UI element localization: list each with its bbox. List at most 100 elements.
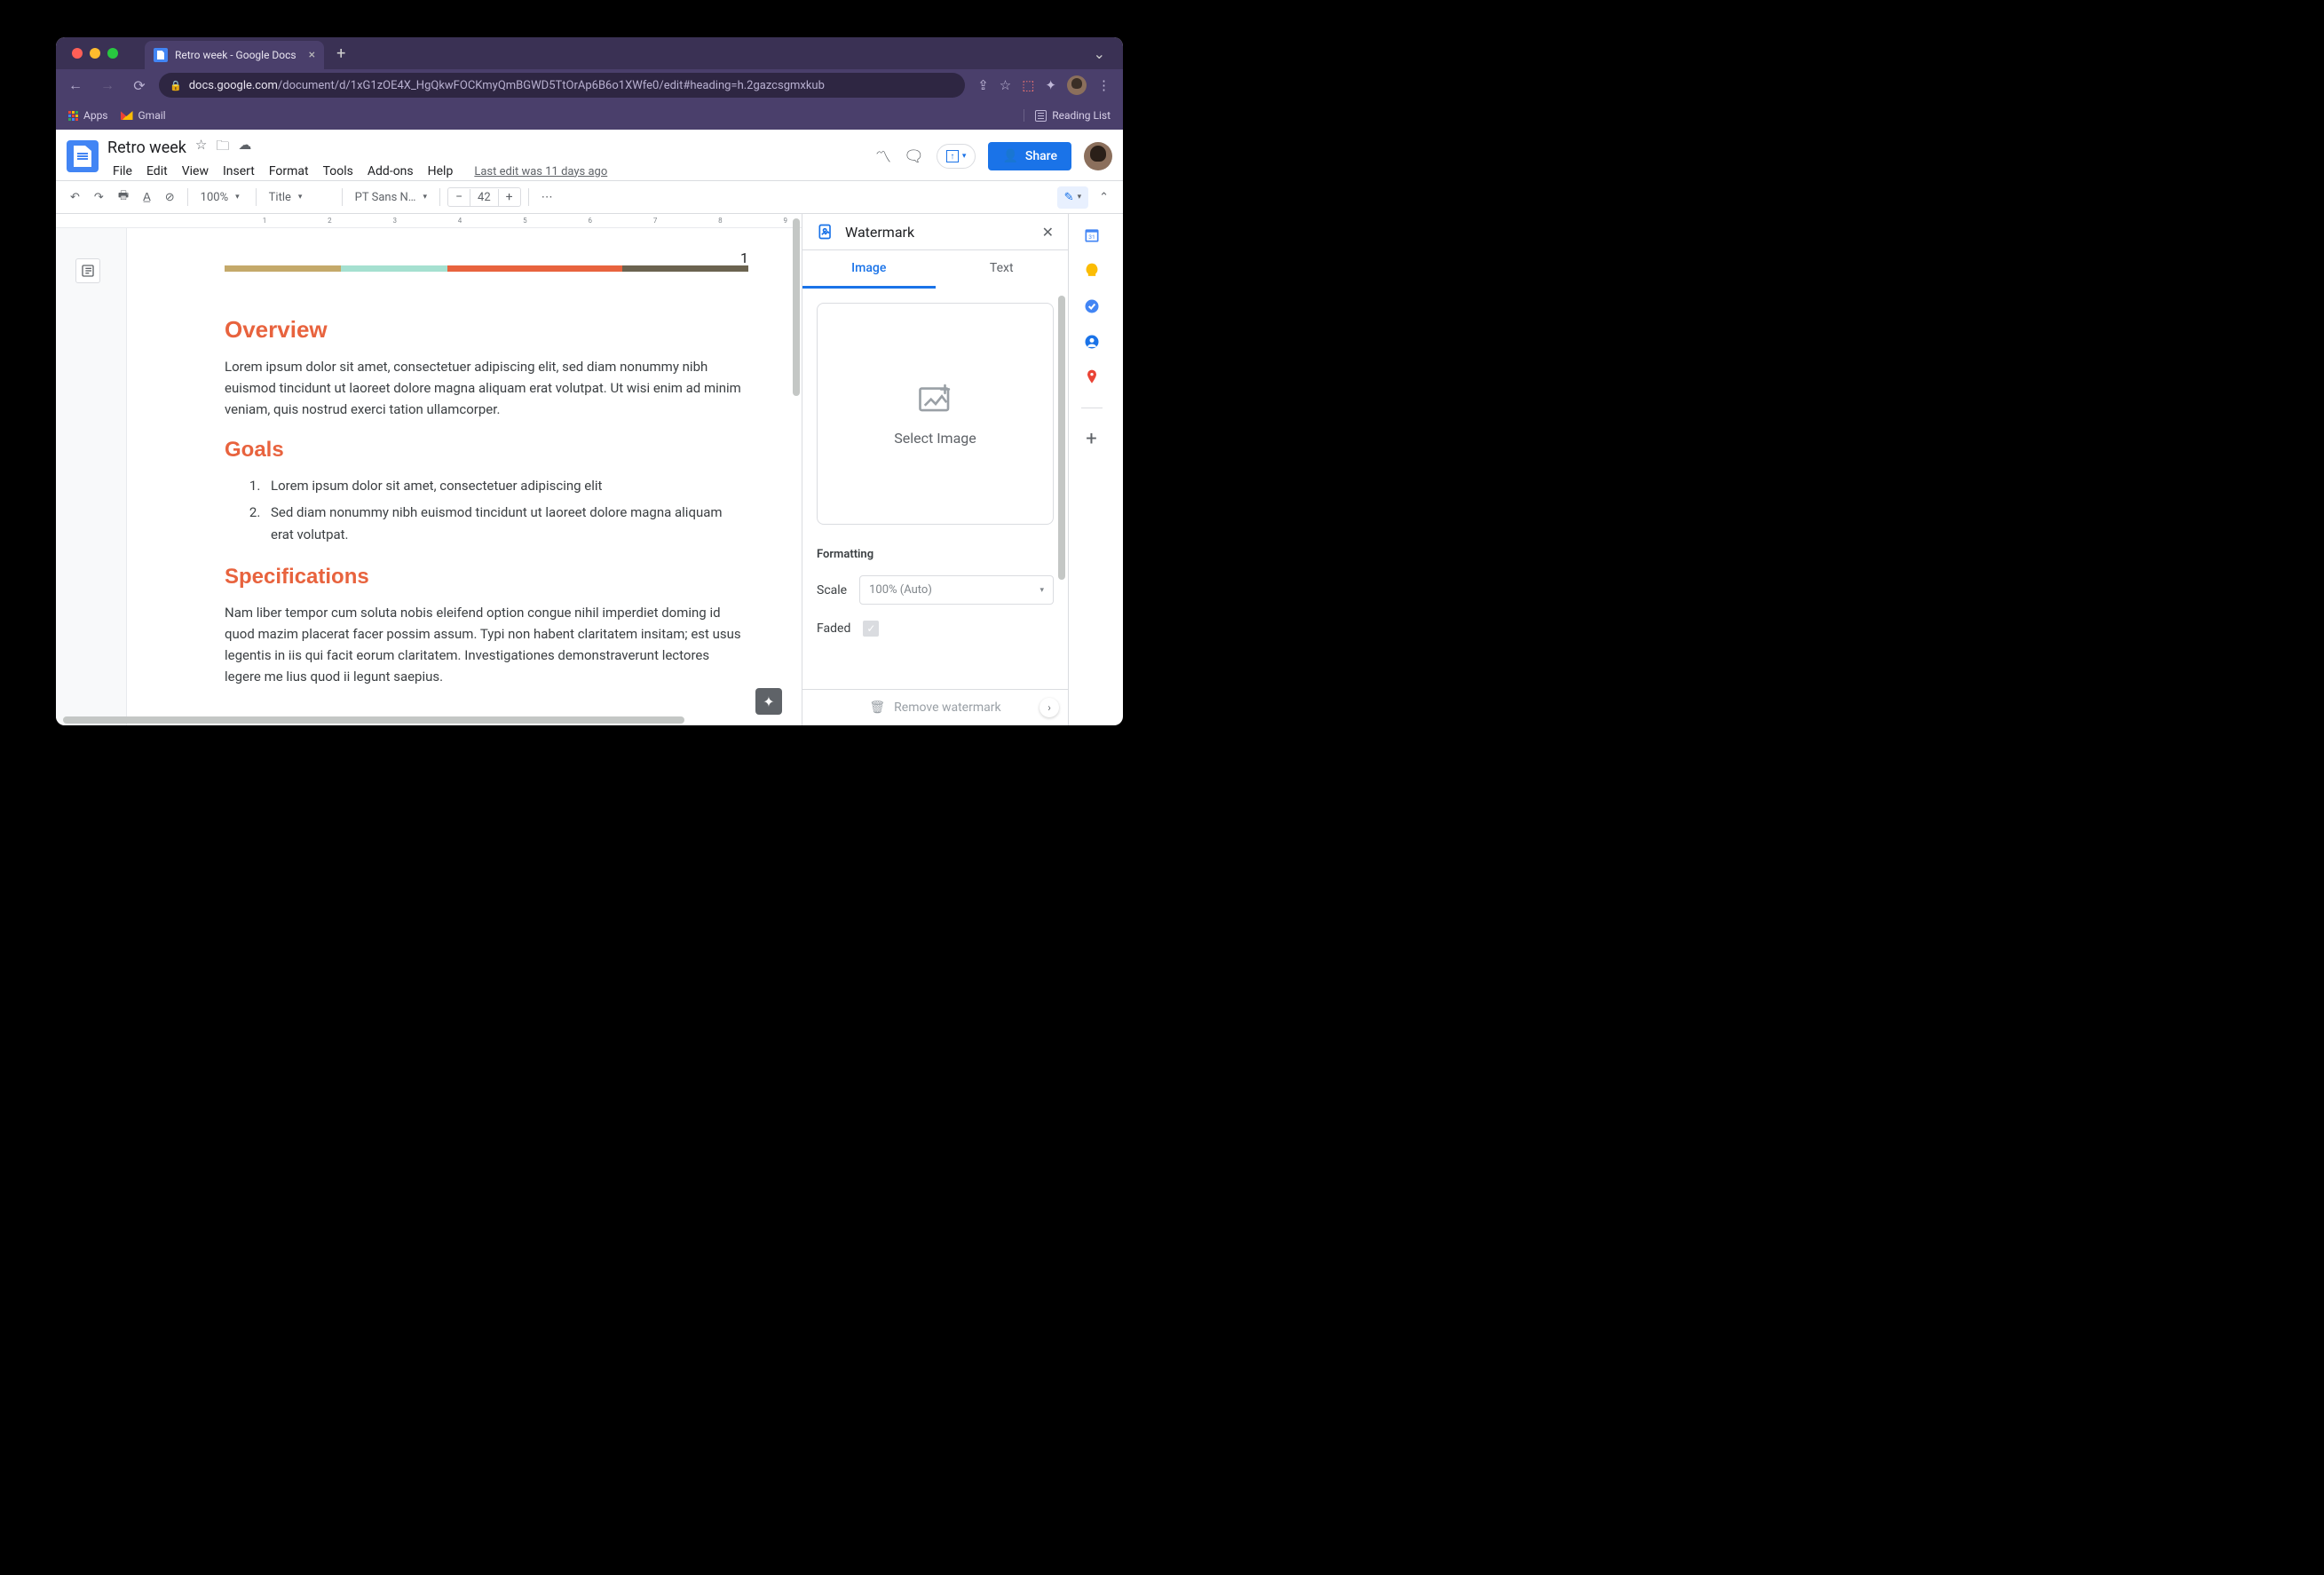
- editing-mode-button[interactable]: ✎ ▾: [1057, 186, 1088, 209]
- trash-icon: 🗑: [869, 700, 885, 715]
- docs-logo-icon[interactable]: [67, 140, 99, 172]
- scale-value: 100% (Auto): [869, 583, 932, 597]
- spellcheck-button[interactable]: A̲: [138, 186, 156, 208]
- translate-icon[interactable]: ⬚: [1022, 77, 1034, 93]
- chevron-down-icon: ▾: [423, 193, 427, 202]
- select-image-label: Select Image: [894, 430, 976, 447]
- scroll-thumb[interactable]: [793, 218, 800, 396]
- menu-edit[interactable]: Edit: [141, 162, 173, 180]
- activity-icon[interactable]: 〽: [875, 145, 891, 168]
- collapse-toolbar-button[interactable]: ⌃: [1094, 187, 1114, 208]
- horizontal-ruler[interactable]: 1 2 3 4 5 6 7 8 9: [56, 214, 802, 228]
- bookmark-star-icon[interactable]: ☆: [1000, 77, 1011, 93]
- redo-button[interactable]: ↷: [89, 187, 109, 208]
- last-edit-link[interactable]: Last edit was 11 days ago: [469, 163, 613, 180]
- tab-title: Retro week - Google Docs: [175, 49, 296, 61]
- account-avatar-icon[interactable]: [1084, 142, 1112, 170]
- new-tab-button[interactable]: +: [336, 44, 345, 63]
- docs-app: Retro week ☆ 🗀 ☁ File Edit View Insert F…: [56, 130, 1123, 725]
- share-label: Share: [1025, 149, 1057, 163]
- toolbar-separator: [256, 188, 257, 206]
- close-icon[interactable]: ✕: [1042, 224, 1054, 241]
- paint-format-button[interactable]: ⊘: [160, 187, 180, 208]
- profile-avatar-icon[interactable]: [1067, 75, 1087, 95]
- forward-button[interactable]: →: [95, 76, 120, 94]
- menu-tools[interactable]: Tools: [318, 162, 359, 180]
- calendar-icon[interactable]: 31: [1083, 226, 1101, 244]
- chevron-right-icon[interactable]: ›: [1039, 698, 1059, 717]
- menu-insert[interactable]: Insert: [217, 162, 260, 180]
- move-folder-icon[interactable]: 🗀: [216, 137, 229, 159]
- list-item: Sed diam nonummy nibh euismod tincidunt …: [264, 502, 748, 547]
- scale-select[interactable]: 100% (Auto) ▾: [859, 575, 1054, 605]
- toolbar: ↶ ↷ 🖶 A̲ ⊘ 100% ▾ Title ▾ PT Sans N… ▾ −: [56, 180, 1123, 214]
- faded-checkbox[interactable]: ✓: [863, 621, 879, 637]
- menu-addons[interactable]: Add-ons: [362, 162, 419, 180]
- document-title[interactable]: Retro week: [107, 139, 186, 157]
- bookmark-label: Gmail: [138, 109, 166, 122]
- horizontal-scrollbar[interactable]: [59, 715, 775, 724]
- maximize-window-button[interactable]: [107, 48, 118, 59]
- contacts-icon[interactable]: [1083, 333, 1101, 351]
- decrease-font-button[interactable]: −: [448, 188, 470, 206]
- heading-specifications: Specifications: [225, 565, 748, 590]
- menu-view[interactable]: View: [177, 162, 214, 180]
- present-button[interactable]: ↑ ▾: [937, 144, 976, 169]
- document-page[interactable]: 1 Overview Lorem ipsum dolor sit amet, c…: [127, 228, 802, 725]
- close-tab-icon[interactable]: ×: [309, 48, 315, 62]
- explore-button[interactable]: ✦: [755, 688, 782, 715]
- window-controls: [63, 48, 127, 59]
- tasks-icon[interactable]: [1083, 297, 1101, 315]
- tab-image[interactable]: Image: [802, 250, 936, 289]
- chevron-down-icon: ▾: [235, 193, 240, 202]
- more-tools-button[interactable]: ⋯: [536, 187, 558, 208]
- print-button[interactable]: 🖶: [113, 184, 134, 210]
- remove-watermark-button[interactable]: 🗑 Remove watermark ›: [802, 689, 1068, 725]
- keep-icon[interactable]: [1083, 262, 1101, 280]
- font-size-value[interactable]: 42: [470, 189, 499, 206]
- increase-font-button[interactable]: +: [499, 188, 520, 206]
- tab-list-dropdown[interactable]: ⌄: [1083, 45, 1116, 62]
- address-bar[interactable]: 🔒 docs.google.com/document/d/1xG1zOE4X_H…: [159, 73, 965, 98]
- share-button[interactable]: 👤 Share: [988, 142, 1071, 170]
- page-number: 1: [740, 249, 748, 266]
- menu-format[interactable]: Format: [264, 162, 314, 180]
- show-outline-button[interactable]: [75, 258, 100, 283]
- addr-action-icons: ⇪ ☆ ⬚ ✦ ⋮: [972, 75, 1116, 95]
- paragraph-style-select[interactable]: Title ▾: [264, 189, 335, 206]
- ruler-tick: 2: [313, 217, 346, 225]
- close-window-button[interactable]: [72, 48, 83, 59]
- ruler-tick: 3: [378, 217, 411, 225]
- add-addon-button[interactable]: +: [1083, 430, 1101, 447]
- menu-help[interactable]: Help: [423, 162, 459, 180]
- browser-menu-icon[interactable]: ⋮: [1097, 77, 1111, 93]
- star-icon[interactable]: ☆: [195, 137, 207, 159]
- font-select[interactable]: PT Sans N… ▾: [350, 189, 432, 206]
- sidepanel-scroll-thumb[interactable]: [1058, 296, 1065, 580]
- reading-list-button[interactable]: Reading List: [1024, 109, 1111, 122]
- share-url-icon[interactable]: ⇪: [977, 77, 989, 93]
- zoom-value: 100%: [201, 191, 228, 204]
- undo-button[interactable]: ↶: [65, 187, 85, 208]
- maps-icon[interactable]: [1083, 368, 1101, 386]
- header-right: 〽 🗨 ↑ ▾ 👤 Share: [875, 137, 1112, 170]
- comments-icon[interactable]: 🗨: [904, 147, 924, 166]
- bookmark-gmail[interactable]: Gmail: [121, 109, 166, 122]
- extensions-icon[interactable]: ✦: [1045, 77, 1056, 93]
- select-image-dropzone[interactable]: Select Image: [817, 303, 1054, 525]
- heading-overview: Overview: [225, 316, 748, 344]
- browser-tab[interactable]: Retro week - Google Docs ×: [145, 41, 324, 69]
- reload-button[interactable]: ⟳: [127, 77, 152, 94]
- cloud-status-icon[interactable]: ☁: [238, 137, 251, 159]
- chevron-down-icon: ▾: [298, 193, 303, 202]
- menu-file[interactable]: File: [107, 162, 138, 180]
- list-item: Lorem ipsum dolor sit amet, consectetuer…: [264, 475, 748, 498]
- vertical-scrollbar[interactable]: [791, 214, 800, 725]
- minimize-window-button[interactable]: [90, 48, 100, 59]
- scroll-thumb[interactable]: [63, 716, 684, 724]
- tab-text[interactable]: Text: [936, 250, 1069, 289]
- bookmark-apps[interactable]: Apps: [68, 109, 108, 122]
- zoom-select[interactable]: 100% ▾: [195, 189, 249, 206]
- url-text: docs.google.com/document/d/1xG1zOE4X_HgQ…: [189, 79, 825, 92]
- back-button[interactable]: ←: [63, 76, 88, 94]
